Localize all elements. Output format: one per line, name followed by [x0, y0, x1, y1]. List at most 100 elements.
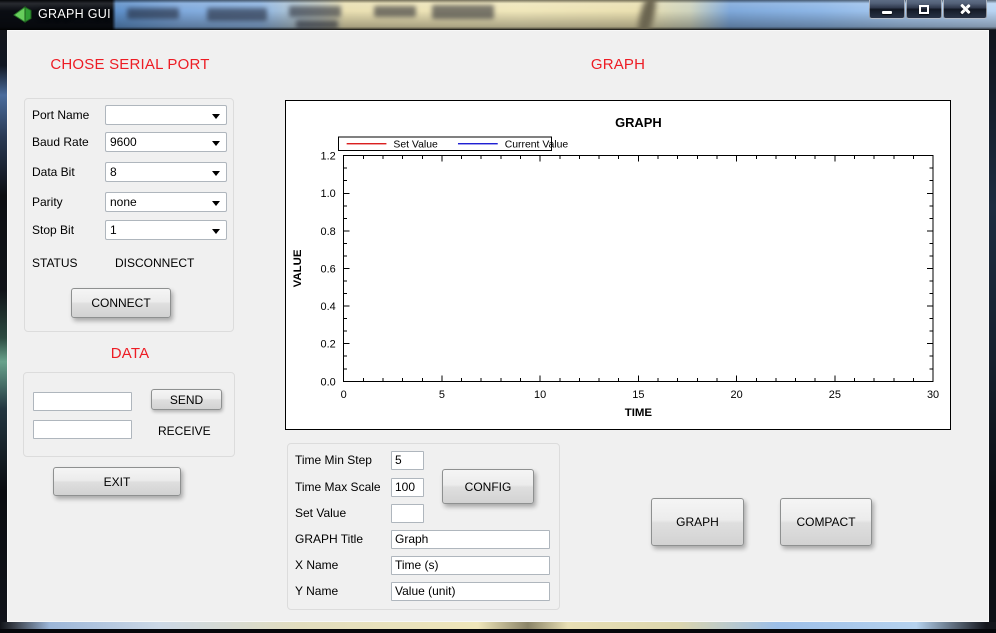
desktop-blur-decoration: [207, 8, 267, 21]
send-input[interactable]: [33, 392, 132, 411]
set-value-row: Set Value: [295, 503, 424, 523]
set-value-input[interactable]: [391, 504, 424, 523]
chart: GRAPH 0 5 10 15 20 25 30 0.0 0.2 0.4 0.6 0.8 1.0 1.2 TI…: [285, 100, 951, 430]
graph-button-label: GRAPH: [676, 515, 719, 529]
connect-button[interactable]: CONNECT: [71, 288, 171, 318]
desktop-blur-decoration: [289, 6, 341, 17]
chevron-down-icon: [212, 201, 220, 206]
svg-text:0.4: 0.4: [321, 301, 336, 313]
svg-text:GRAPH: GRAPH: [615, 115, 662, 130]
chevron-down-icon: [212, 141, 220, 146]
svg-text:0.2: 0.2: [321, 339, 336, 351]
time-max-scale-row: Time Max Scale: [295, 477, 424, 497]
window-border-right: [989, 30, 996, 622]
y-name-input[interactable]: [391, 582, 550, 601]
baud-rate-combobox[interactable]: 9600: [105, 132, 227, 152]
time-min-step-row: Time Min Step: [295, 450, 424, 470]
config-button[interactable]: CONFIG: [442, 469, 534, 504]
send-button[interactable]: SEND: [151, 389, 222, 410]
desktop-blur-decoration: [374, 6, 416, 17]
status-value: DISCONNECT: [115, 256, 194, 270]
window-controls: [868, 0, 987, 19]
port-name-combobox[interactable]: [105, 105, 227, 125]
exit-button[interactable]: EXIT: [53, 467, 181, 496]
stop-bit-row: Stop Bit 1: [32, 220, 227, 240]
data-heading: DATA: [24, 345, 236, 362]
baud-rate-label: Baud Rate: [32, 135, 105, 149]
svg-text:Set Value: Set Value: [393, 140, 438, 151]
baud-rate-value: 9600: [110, 135, 137, 149]
time-min-step-input[interactable]: [391, 451, 424, 470]
svg-text:5: 5: [439, 389, 445, 401]
desktop-blur-decoration: [296, 20, 338, 29]
desktop-blur-decoration: [432, 5, 494, 19]
minimize-icon: [882, 11, 892, 14]
svg-text:1.0: 1.0: [321, 188, 336, 200]
svg-text:30: 30: [927, 389, 939, 401]
svg-text:0: 0: [341, 389, 347, 401]
port-name-row: Port Name: [32, 105, 227, 125]
close-icon: [959, 3, 971, 15]
chevron-down-icon: [212, 229, 220, 234]
connect-button-label: CONNECT: [91, 296, 150, 310]
data-bit-value: 8: [110, 165, 117, 179]
svg-text:20: 20: [731, 389, 743, 401]
maximize-icon: [919, 5, 929, 14]
svg-text:Current Value: Current Value: [505, 140, 569, 151]
maximize-button[interactable]: [906, 0, 942, 19]
window-border-bottom: [0, 622, 996, 633]
desktop-blur-decoration: [635, 0, 659, 30]
y-name-label: Y Name: [295, 584, 391, 598]
data-bit-combobox[interactable]: 8: [105, 162, 227, 182]
svg-text:0.0: 0.0: [321, 376, 336, 388]
exit-button-label: EXIT: [104, 475, 131, 489]
x-name-input[interactable]: [391, 556, 550, 575]
svg-text:TIME: TIME: [625, 407, 653, 419]
window-border-left: [0, 30, 7, 622]
close-button[interactable]: [943, 0, 987, 19]
port-name-label: Port Name: [32, 108, 105, 122]
parity-row: Parity none: [32, 192, 227, 212]
data-bit-label: Data Bit: [32, 165, 105, 179]
compact-button-label: COMPACT: [796, 515, 855, 529]
svg-text:15: 15: [632, 389, 644, 401]
chevron-down-icon: [212, 114, 220, 119]
chart-canvas: GRAPH 0 5 10 15 20 25 30 0.0 0.2 0.4 0.6 0.8 1.0 1.2 TI…: [286, 101, 950, 429]
config-groupbox: Time Min Step Time Max Scale Set Value G…: [287, 443, 560, 610]
y-name-row: Y Name: [295, 581, 550, 601]
serial-port-heading: CHOSE SERIAL PORT: [24, 56, 236, 73]
graph-title-input[interactable]: [391, 530, 550, 549]
graph-button[interactable]: GRAPH: [651, 498, 744, 546]
parity-label: Parity: [32, 195, 105, 209]
x-name-label: X Name: [295, 558, 391, 572]
svg-text:10: 10: [534, 389, 546, 401]
titlebar: GRAPH GUI: [0, 0, 996, 30]
receive-label: RECEIVE: [158, 424, 211, 438]
app-icon: [13, 5, 33, 24]
svg-text:VALUE: VALUE: [292, 249, 304, 287]
serial-port-groupbox: Port Name Baud Rate 9600 Data Bit: [24, 98, 234, 332]
data-bit-row: Data Bit 8: [32, 162, 227, 182]
x-name-row: X Name: [295, 555, 550, 575]
screen: GRAPH GUI CHOSE SERIAL PORT Po: [0, 0, 996, 633]
status-label: STATUS: [32, 256, 78, 270]
svg-text:0.8: 0.8: [321, 226, 336, 238]
svg-text:25: 25: [829, 389, 841, 401]
receive-input[interactable]: [33, 420, 132, 439]
graph-title-label: GRAPH Title: [295, 532, 391, 546]
minimize-button[interactable]: [869, 0, 905, 19]
svg-text:0.6: 0.6: [321, 263, 336, 275]
svg-text:1.2: 1.2: [321, 151, 336, 163]
config-button-label: CONFIG: [465, 480, 512, 494]
stop-bit-label: Stop Bit: [32, 223, 105, 237]
stop-bit-value: 1: [110, 223, 117, 237]
graph-heading: GRAPH: [285, 56, 951, 73]
stop-bit-combobox[interactable]: 1: [105, 220, 227, 240]
parity-combobox[interactable]: none: [105, 192, 227, 212]
set-value-label: Set Value: [295, 506, 391, 520]
compact-button[interactable]: COMPACT: [780, 498, 872, 546]
window-title: GRAPH GUI: [38, 7, 111, 21]
time-max-scale-input[interactable]: [391, 478, 424, 497]
desktop-blur-decoration: [127, 8, 179, 19]
data-groupbox: SEND RECEIVE: [23, 372, 235, 457]
